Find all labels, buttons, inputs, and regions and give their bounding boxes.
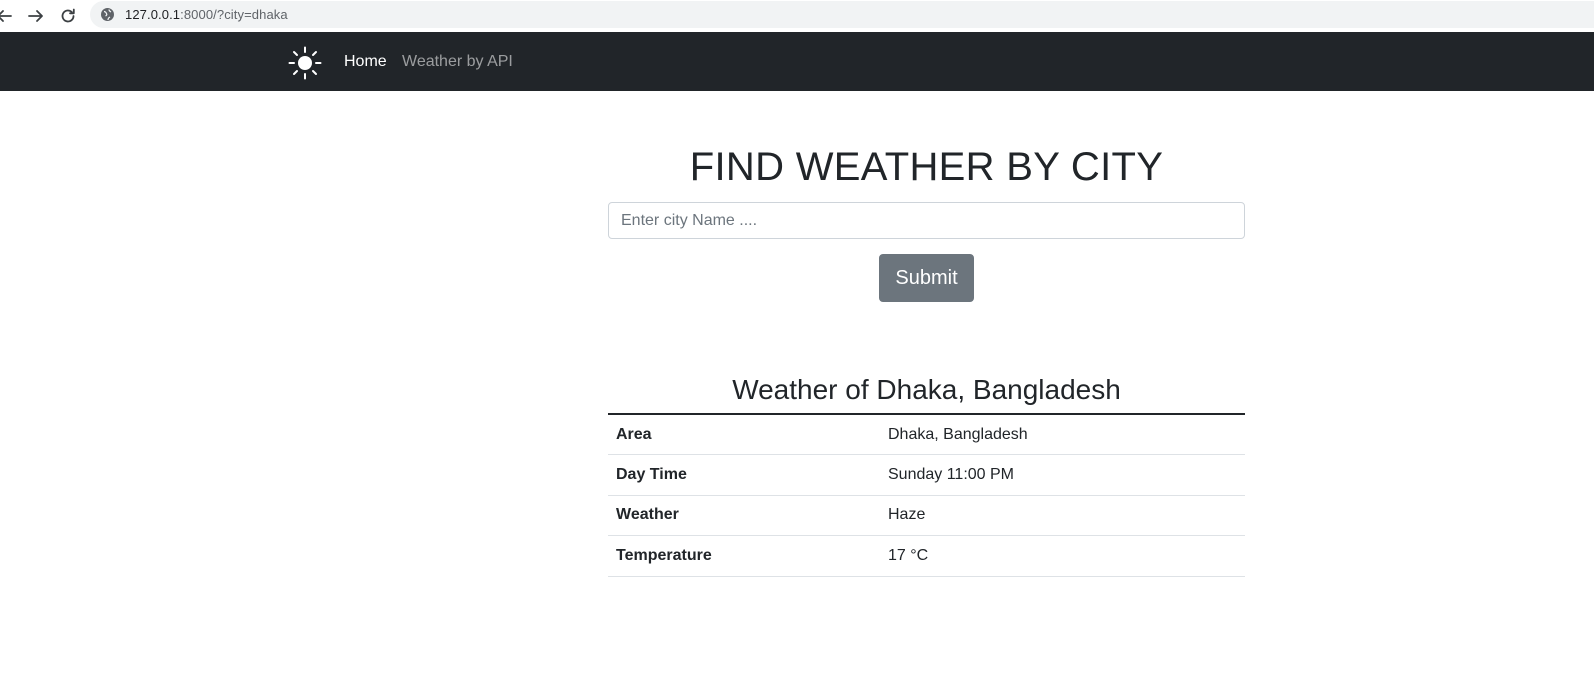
url-host: 127.0.0.1 xyxy=(125,7,181,22)
reload-icon xyxy=(61,8,75,23)
table-row: Temperature 17 °C xyxy=(608,535,1245,577)
arrow-right-icon xyxy=(28,10,43,22)
row-value-day-time: Sunday 11:00 PM xyxy=(880,454,1245,496)
address-bar[interactable]: 127.0.0.1:8000/?city=dhaka xyxy=(90,1,1594,28)
weather-table: Area Dhaka, Bangladesh Day Time Sunday 1… xyxy=(608,413,1245,577)
row-label-temperature: Temperature xyxy=(608,535,880,577)
site-navbar: Home Weather by API xyxy=(0,32,1594,91)
row-label-weather: Weather xyxy=(608,495,880,536)
page-title: FIND WEATHER BY CITY xyxy=(689,145,1164,189)
back-button[interactable] xyxy=(0,2,20,30)
forward-button[interactable] xyxy=(20,2,52,30)
nav-link-weather-by-api[interactable]: Weather by API xyxy=(402,53,513,71)
submit-button[interactable]: Submit xyxy=(879,254,974,302)
site-info-icon[interactable] xyxy=(100,7,115,22)
result-title: Weather of Dhaka, Bangladesh xyxy=(732,374,1121,405)
arrow-left-icon xyxy=(0,10,12,22)
table-row: Area Dhaka, Bangladesh xyxy=(608,414,1245,455)
row-label-area: Area xyxy=(608,414,880,455)
row-value-area: Dhaka, Bangladesh xyxy=(880,414,1245,455)
url-path: :8000/?city=dhaka xyxy=(180,7,288,22)
nav-link-home[interactable]: Home xyxy=(344,53,387,71)
browser-toolbar: 127.0.0.1:8000/?city=dhaka xyxy=(0,0,1594,32)
row-value-weather: Haze xyxy=(880,495,1245,536)
table-row: Weather Haze xyxy=(608,495,1245,536)
table-row: Day Time Sunday 11:00 PM xyxy=(608,454,1245,496)
row-value-temperature: 17 °C xyxy=(880,535,1245,577)
reload-button[interactable] xyxy=(52,2,84,30)
row-label-day-time: Day Time xyxy=(608,454,880,496)
sun-icon[interactable] xyxy=(288,46,322,80)
city-search-input[interactable] xyxy=(608,202,1245,239)
url-text[interactable]: 127.0.0.1:8000/?city=dhaka xyxy=(125,7,288,22)
